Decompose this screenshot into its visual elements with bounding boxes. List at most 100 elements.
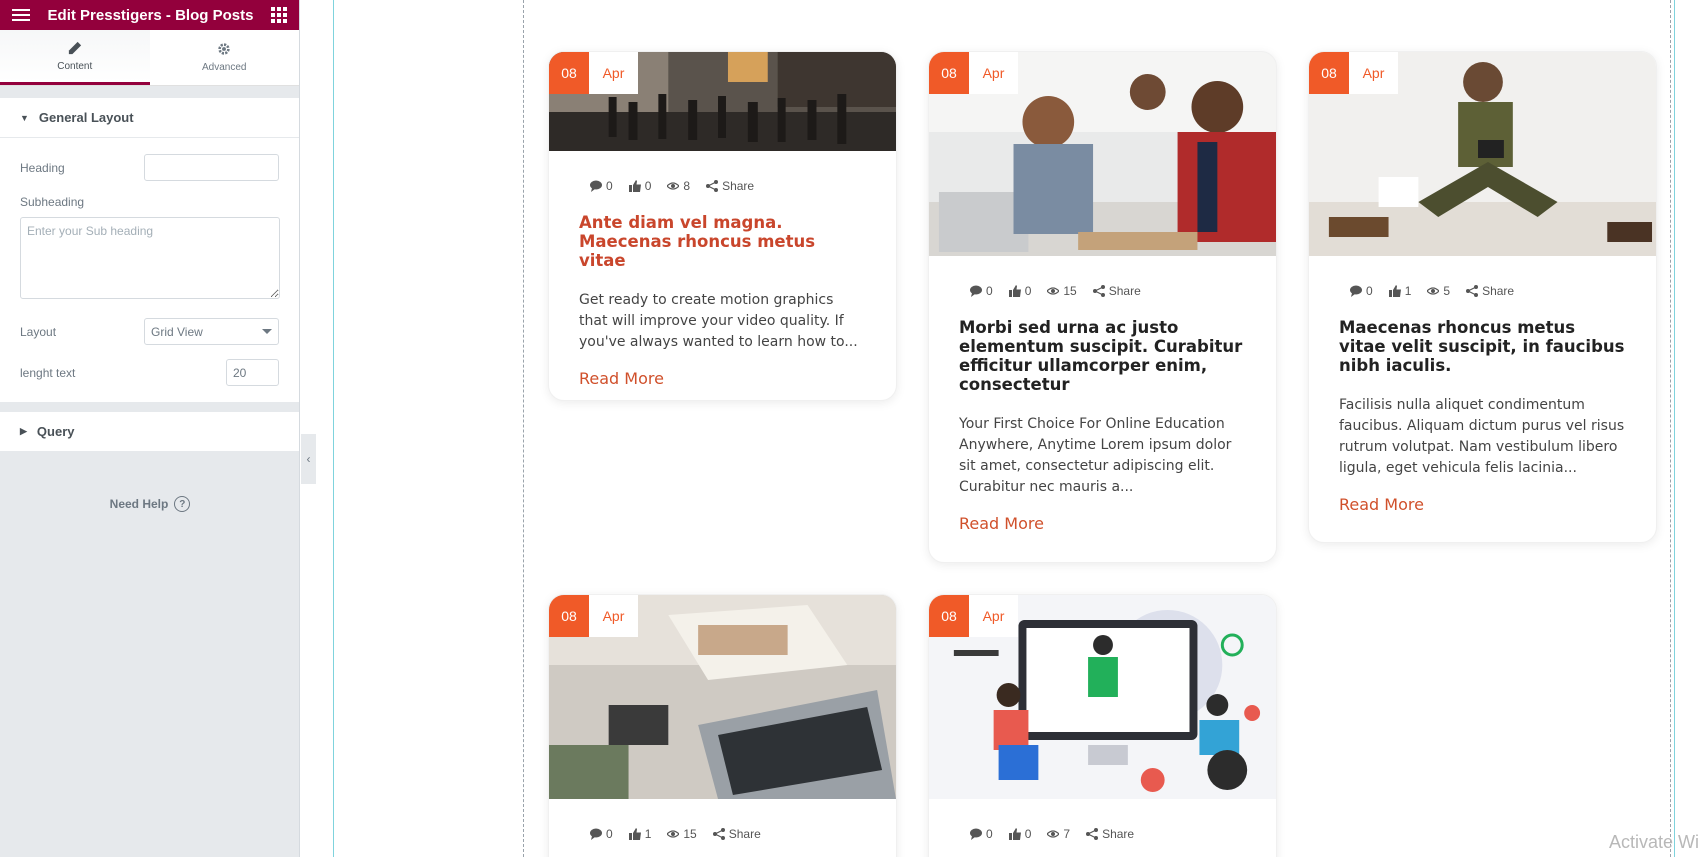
chevron-left-icon: ‹ <box>306 452 311 466</box>
read-more-link[interactable]: Read More <box>549 369 896 388</box>
post-date-badge: 08 Apr <box>549 52 638 94</box>
layout-select[interactable]: Grid View <box>144 318 279 345</box>
section-general-layout[interactable]: ▼ General Layout <box>0 98 299 138</box>
subheading-textarea[interactable] <box>20 217 280 299</box>
need-help-link[interactable]: Need Help ? <box>0 496 300 512</box>
post-meta: 0 1 5 Share <box>1309 280 1656 302</box>
menu-icon[interactable] <box>12 6 30 24</box>
comments-count[interactable]: 0 <box>970 827 993 841</box>
share-label: Share <box>1482 284 1515 298</box>
pencil-icon <box>68 41 81 54</box>
post-image[interactable]: 08 Apr <box>929 595 1276 799</box>
comment-icon <box>970 285 982 297</box>
views-value: 15 <box>683 827 697 841</box>
share-link[interactable]: Share <box>1466 284 1514 298</box>
comments-count[interactable]: 0 <box>1350 284 1373 298</box>
post-date-badge: 08 Apr <box>929 52 1018 94</box>
post-image[interactable]: 08 Apr <box>549 52 896 151</box>
post-meta: 0 0 15 Share <box>929 280 1276 302</box>
thumbs-up-icon <box>1008 285 1021 297</box>
post-date-badge: 08 Apr <box>1309 52 1398 94</box>
comment-icon <box>970 828 982 840</box>
comments-count[interactable]: 0 <box>590 179 613 193</box>
post-title[interactable]: Maecenas rhoncus metus vitae velit susci… <box>1309 318 1656 375</box>
post-image[interactable]: 08 Apr <box>929 52 1276 256</box>
post-title[interactable]: Morbi sed urna ac justo elementum suscip… <box>929 318 1276 394</box>
thumbs-up-icon <box>1388 285 1401 297</box>
post-excerpt: Your First Choice For Online Education A… <box>959 416 1232 495</box>
post-date-badge: 08 Apr <box>549 595 638 637</box>
activate-windows-watermark: Activate Wi <box>1608 832 1699 852</box>
heading-label: Heading <box>20 160 65 175</box>
share-link[interactable]: Share <box>712 827 761 841</box>
length-text-input[interactable] <box>226 359 279 386</box>
post-day: 08 <box>549 595 589 637</box>
post-card: 08 Apr 0 1 5 Share Maecenas rhoncus metu… <box>1308 51 1657 543</box>
post-meta: 0 0 8 Share <box>549 175 896 197</box>
heading-input[interactable] <box>144 154 279 181</box>
boundary-line <box>1674 0 1675 857</box>
post-image[interactable]: 08 Apr <box>1309 52 1656 256</box>
read-more-link[interactable]: Read More <box>1309 495 1656 514</box>
likes-count[interactable]: 1 <box>1388 284 1412 298</box>
post-month: Apr <box>969 595 1018 637</box>
comments-count[interactable]: 0 <box>590 827 613 841</box>
share-label: Share <box>722 179 755 193</box>
views-count: 15 <box>1047 284 1077 298</box>
likes-count[interactable]: 1 <box>628 827 651 841</box>
layout-label: Layout <box>20 324 57 339</box>
share-icon <box>712 828 725 840</box>
likes-value: 1 <box>1404 284 1412 298</box>
views-count: 15 <box>667 827 697 841</box>
share-label: Share <box>1108 284 1141 298</box>
share-link[interactable]: Share <box>1086 827 1134 841</box>
read-more-link[interactable]: Read More <box>929 514 1276 533</box>
likes-count[interactable]: 0 <box>1008 284 1031 298</box>
eye-icon <box>1047 287 1060 295</box>
likes-count[interactable]: 0 <box>1008 827 1032 841</box>
post-month: Apr <box>969 52 1018 94</box>
comments-count[interactable]: 0 <box>970 284 993 298</box>
subheading-label: Subheading <box>20 195 85 209</box>
post-card: 08 Apr 0 0 7 Share <box>928 594 1277 857</box>
layout-select-value: Grid View <box>151 324 203 339</box>
tab-content[interactable]: Content <box>0 30 150 85</box>
widgets-grid-icon[interactable] <box>270 7 287 23</box>
divider <box>0 86 299 98</box>
boundary-line <box>333 0 334 857</box>
post-title[interactable]: Ante diam vel magna. Maecenas rhoncus me… <box>549 213 896 270</box>
post-image[interactable]: 08 Apr <box>549 595 896 799</box>
panel-title: Edit Presstigers - Blog Posts <box>47 6 254 24</box>
views-value: 15 <box>1063 284 1077 298</box>
share-link[interactable]: Share <box>706 179 754 193</box>
post-meta: 0 0 7 Share <box>929 823 1276 845</box>
post-excerpt: Facilisis nulla aliquet condimentum fauc… <box>1339 397 1625 476</box>
help-icon: ? <box>174 496 191 512</box>
length-text-label: lenght text <box>20 365 76 380</box>
comment-icon <box>590 180 602 192</box>
post-card: 08 Apr 0 0 15 Share Morbi sed urna ac ju… <box>928 51 1277 563</box>
thumbs-up-icon <box>1008 828 1021 840</box>
comments-value: 0 <box>606 827 613 841</box>
share-link[interactable]: Share <box>1092 284 1141 298</box>
eye-icon <box>667 182 680 190</box>
collapse-panel-button[interactable]: ‹ <box>301 434 316 484</box>
section-query[interactable]: ▶ Query <box>0 412 299 452</box>
tab-advanced[interactable]: Advanced <box>150 30 300 85</box>
tab-content-label: Content <box>57 60 93 72</box>
caret-down-icon: ▼ <box>20 112 29 123</box>
share-label: Share <box>728 827 761 841</box>
caret-right-icon: ▶ <box>20 426 27 436</box>
layout-control: Layout Grid View <box>20 318 279 345</box>
likes-value: 0 <box>1024 827 1032 841</box>
divider <box>0 402 299 412</box>
panel-tabs: Content Advanced <box>0 30 299 86</box>
views-count: 7 <box>1047 827 1070 841</box>
section-guide-line <box>523 0 524 857</box>
post-card: 08 Apr 0 1 15 Share <box>548 594 897 857</box>
likes-count[interactable]: 0 <box>628 179 651 193</box>
thumbs-up-icon <box>628 180 641 192</box>
views-value: 5 <box>1443 284 1451 298</box>
chevron-down-icon <box>262 329 272 334</box>
eye-icon <box>1427 287 1440 295</box>
